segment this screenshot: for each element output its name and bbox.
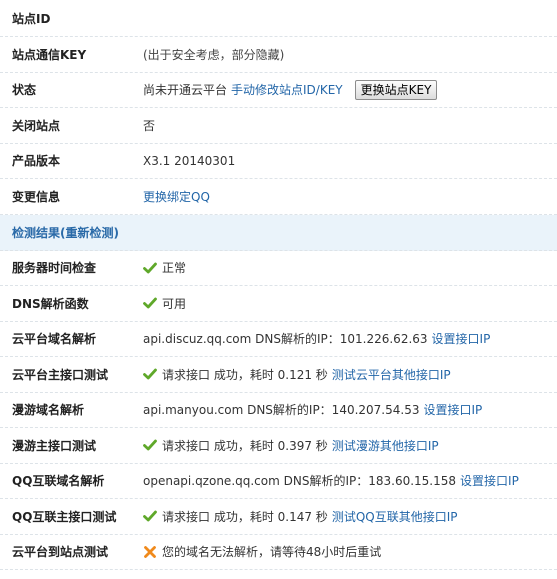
row-site-id: 站点ID <box>0 0 557 37</box>
site-id-label: 站点ID <box>12 11 51 26</box>
status-text: 尚未开通云平台 <box>143 83 228 98</box>
check-row-text: 您的域名无法解析，请等待48小时后重试 <box>162 545 382 560</box>
row-site-key: 站点通信KEY (出于安全考虑，部分隐藏) <box>0 37 557 73</box>
check-row-text: openapi.qzone.qq.com DNS解析的IP：183.60.15.… <box>143 474 457 489</box>
check-row-value: openapi.qzone.qq.com DNS解析的IP：183.60.15.… <box>130 472 519 489</box>
row-close-site: 关闭站点 否 <box>0 108 557 144</box>
version-value: X3.1 20140301 <box>143 153 236 168</box>
row-version: 产品版本 X3.1 20140301 <box>0 144 557 179</box>
row-change-info: 变更信息 更换绑定QQ <box>0 179 557 215</box>
check-row: DNS解析函数 可用 <box>0 286 557 322</box>
change-info-label: 变更信息 <box>12 189 61 204</box>
check-row-value: 您的域名无法解析，请等待48小时后重试 <box>130 543 381 560</box>
check-icon <box>143 261 157 275</box>
check-row-text: 请求接口 成功，耗时 0.121 秒 <box>162 367 328 382</box>
check-row-link[interactable]: 设置接口IP <box>432 330 491 347</box>
check-results-header[interactable]: 检测结果(重新检测) <box>0 214 557 251</box>
version-label: 产品版本 <box>12 154 61 169</box>
check-row-text: api.manyou.com DNS解析的IP：140.207.54.53 <box>143 403 420 418</box>
close-site-value: 否 <box>143 118 156 133</box>
check-row-value: 请求接口 成功，耗时 0.147 秒测试QQ互联其他接口IP <box>130 508 457 525</box>
cloud-platform-info-table: 站点ID 站点通信KEY (出于安全考虑，部分隐藏) 状态 尚未开通云平台 手动… <box>0 0 557 570</box>
check-row-label: QQ互联主接口测试 <box>12 509 117 524</box>
check-icon <box>143 509 157 523</box>
check-row-value: api.discuz.qq.com DNS解析的IP：101.226.62.63… <box>130 330 490 347</box>
check-row-label: 云平台主接口测试 <box>12 367 109 382</box>
check-row-text: 请求接口 成功，耗时 0.397 秒 <box>162 438 328 453</box>
check-row-label: 漫游域名解析 <box>12 403 85 418</box>
check-row-label: 云平台域名解析 <box>12 332 97 347</box>
check-row: QQ互联主接口测试 请求接口 成功，耗时 0.147 秒测试QQ互联其他接口IP <box>0 499 557 535</box>
change-info-value: 更换绑定QQ <box>130 188 210 205</box>
check-row-link[interactable]: 设置接口IP <box>423 401 482 418</box>
site-key-label: 站点通信KEY <box>12 47 87 62</box>
check-row: QQ互联域名解析 openapi.qzone.qq.com DNS解析的IP：18… <box>0 464 557 499</box>
check-results-title[interactable]: 检测结果(重新检测) <box>12 224 119 241</box>
check-row-link[interactable]: 测试QQ互联其他接口IP <box>332 508 458 525</box>
check-row-link[interactable]: 设置接口IP <box>460 472 519 489</box>
check-row-link[interactable]: 测试漫游其他接口IP <box>332 437 439 454</box>
check-row-value: 请求接口 成功，耗时 0.121 秒测试云平台其他接口IP <box>130 366 451 383</box>
check-row: 漫游域名解析 api.manyou.com DNS解析的IP：140.207.54… <box>0 393 557 428</box>
check-icon <box>143 296 157 310</box>
check-row-label: DNS解析函数 <box>12 296 89 311</box>
check-icon <box>143 367 157 381</box>
check-row-value: api.manyou.com DNS解析的IP：140.207.54.53 设置接… <box>130 401 482 418</box>
check-row-text: 正常 <box>162 261 187 276</box>
check-row-text: 请求接口 成功，耗时 0.147 秒 <box>162 509 328 524</box>
check-results-list: 服务器时间检查 正常 DNS解析函数 可用云平台域名解析 api.discuz.qq.c… <box>0 251 557 570</box>
check-row-text: api.discuz.qq.com DNS解析的IP：101.226.62.63 <box>143 332 428 347</box>
check-row: 云平台域名解析 api.discuz.qq.com DNS解析的IP：101.22… <box>0 322 557 357</box>
check-row: 漫游主接口测试 请求接口 成功，耗时 0.397 秒测试漫游其他接口IP <box>0 428 557 464</box>
check-row-value: 正常 <box>130 259 186 276</box>
edit-site-id-key-link[interactable]: 手动修改站点ID/KEY <box>231 81 343 98</box>
check-row-label: QQ互联域名解析 <box>12 474 105 489</box>
check-row-link[interactable]: 测试云平台其他接口IP <box>332 366 451 383</box>
check-row-value: 请求接口 成功，耗时 0.397 秒测试漫游其他接口IP <box>130 437 439 454</box>
check-row: 服务器时间检查 正常 <box>0 251 557 286</box>
status-value: 尚未开通云平台 手动修改站点ID/KEY 更换站点KEY <box>130 79 438 100</box>
check-icon <box>143 438 157 452</box>
check-row: 云平台到站点测试 您的域名无法解析，请等待48小时后重试 <box>0 535 557 570</box>
rebind-qq-link[interactable]: 更换绑定QQ <box>143 188 210 205</box>
check-row-value: 可用 <box>130 295 186 312</box>
error-x-icon <box>143 545 157 559</box>
check-row-text: 可用 <box>162 296 187 311</box>
status-label: 状态 <box>12 83 37 98</box>
check-row: 云平台主接口测试 请求接口 成功，耗时 0.121 秒测试云平台其他接口IP <box>0 357 557 393</box>
check-row-label: 漫游主接口测试 <box>12 438 97 453</box>
row-status: 状态 尚未开通云平台 手动修改站点ID/KEY 更换站点KEY <box>0 73 557 108</box>
close-site-label: 关闭站点 <box>12 118 61 133</box>
check-row-label: 服务器时间检查 <box>12 261 97 276</box>
site-key-value: (出于安全考虑，部分隐藏) <box>143 47 285 62</box>
change-site-key-button[interactable]: 更换站点KEY <box>354 79 438 100</box>
check-row-label: 云平台到站点测试 <box>12 545 109 560</box>
